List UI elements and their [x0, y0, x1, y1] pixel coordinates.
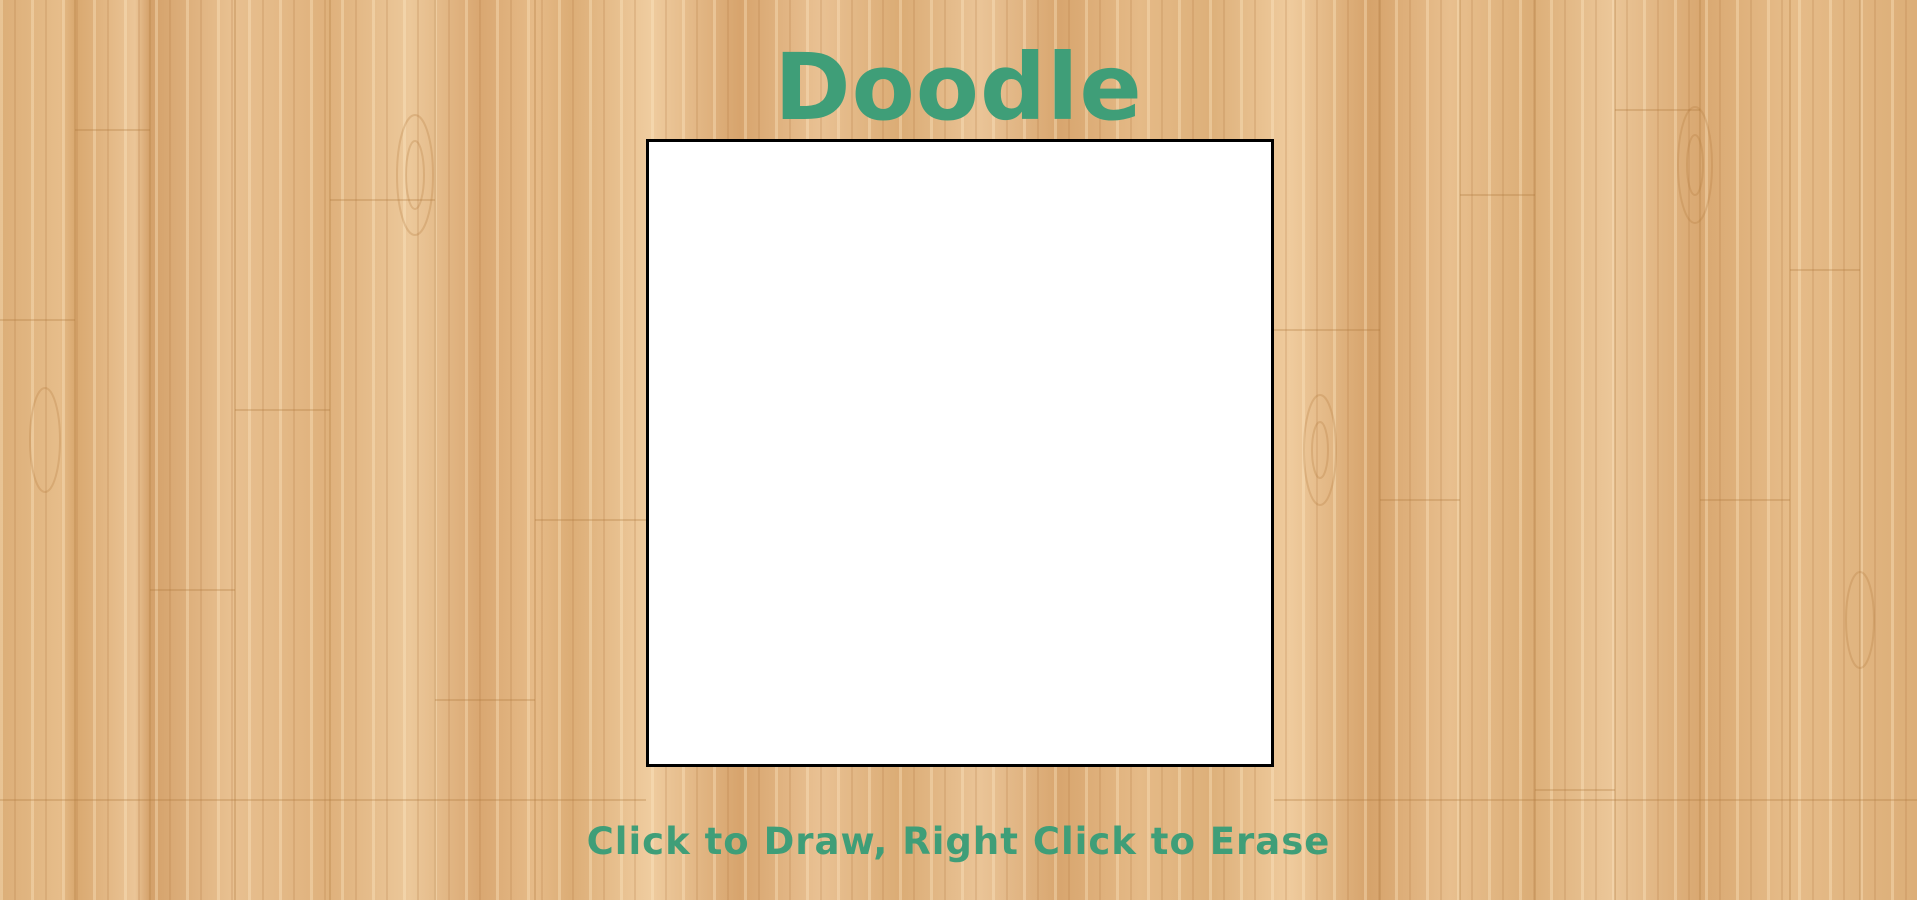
instructions-text: Click to Draw, Right Click to Erase	[586, 820, 1331, 863]
doodle-page: { "app": { "title": "Doodle" }, "instruc…	[0, 0, 1917, 900]
app-title: Doodle	[774, 34, 1143, 141]
drawing-canvas[interactable]	[646, 139, 1274, 767]
